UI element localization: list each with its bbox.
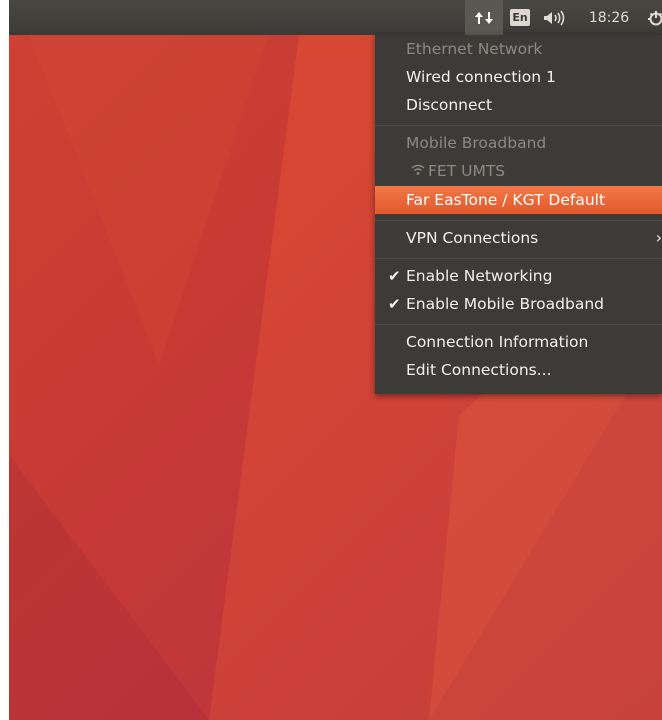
- menu-separator: [375, 258, 662, 259]
- enable-mobile-broadband-item[interactable]: ✔ Enable Mobile Broadband: [375, 290, 662, 318]
- ethernet-network-header: Ethernet Network: [375, 35, 662, 63]
- check-mark-icon: ✔: [388, 295, 401, 313]
- fet-umts-item: FET UMTS: [375, 157, 662, 185]
- mobile-broadband-header: Mobile Broadband: [375, 129, 662, 157]
- sound-indicator[interactable]: [539, 0, 573, 35]
- far-eastone-item[interactable]: Far EasTone / KGT Default: [375, 186, 662, 214]
- connection-information-label: Connection Information: [406, 333, 589, 351]
- far-eastone-label: Far EasTone / KGT Default: [406, 191, 606, 209]
- enable-networking-item[interactable]: ✔ Enable Networking: [375, 262, 662, 290]
- session-indicator[interactable]: [645, 0, 662, 35]
- menu-separator: [375, 324, 662, 325]
- network-menu: Ethernet Network Wired connection 1 Disc…: [375, 35, 662, 394]
- vpn-connections-item[interactable]: VPN Connections ›: [375, 224, 662, 252]
- enable-mobile-broadband-label: Enable Mobile Broadband: [406, 295, 604, 313]
- wired-connection-item[interactable]: Wired connection 1: [375, 63, 662, 91]
- menu-separator: [375, 125, 662, 126]
- enable-networking-label: Enable Networking: [406, 267, 553, 285]
- edit-connections-label: Edit Connections...: [406, 361, 552, 379]
- menu-separator: [375, 220, 662, 221]
- disconnect-item[interactable]: Disconnect: [375, 91, 662, 119]
- speaker-volume-icon: [544, 10, 565, 25]
- submenu-arrow-icon: ›: [655, 228, 662, 247]
- wifi-signal-icon: [411, 164, 425, 175]
- connection-information-item[interactable]: Connection Information: [375, 328, 662, 356]
- top-panel: En 18:26: [9, 0, 662, 35]
- keyboard-layout-label: En: [510, 9, 530, 26]
- screenshot: En 18:26 Ethernet Network Wired connecti…: [0, 0, 662, 720]
- gear-power-icon: [648, 10, 662, 25]
- network-up-down-arrows-icon: [475, 11, 493, 24]
- disconnect-label: Disconnect: [406, 96, 493, 114]
- wired-connection-label: Wired connection 1: [406, 68, 556, 86]
- ethernet-network-header-label: Ethernet Network: [406, 40, 543, 58]
- network-indicator[interactable]: [465, 0, 503, 35]
- check-mark-icon: ✔: [388, 267, 401, 285]
- keyboard-layout-indicator[interactable]: En: [507, 0, 533, 35]
- edit-connections-item[interactable]: Edit Connections...: [375, 356, 662, 384]
- clock[interactable]: 18:26: [584, 0, 634, 35]
- fet-umts-label: FET UMTS: [428, 162, 506, 180]
- vpn-connections-label: VPN Connections: [406, 229, 539, 247]
- mobile-broadband-header-label: Mobile Broadband: [406, 134, 547, 152]
